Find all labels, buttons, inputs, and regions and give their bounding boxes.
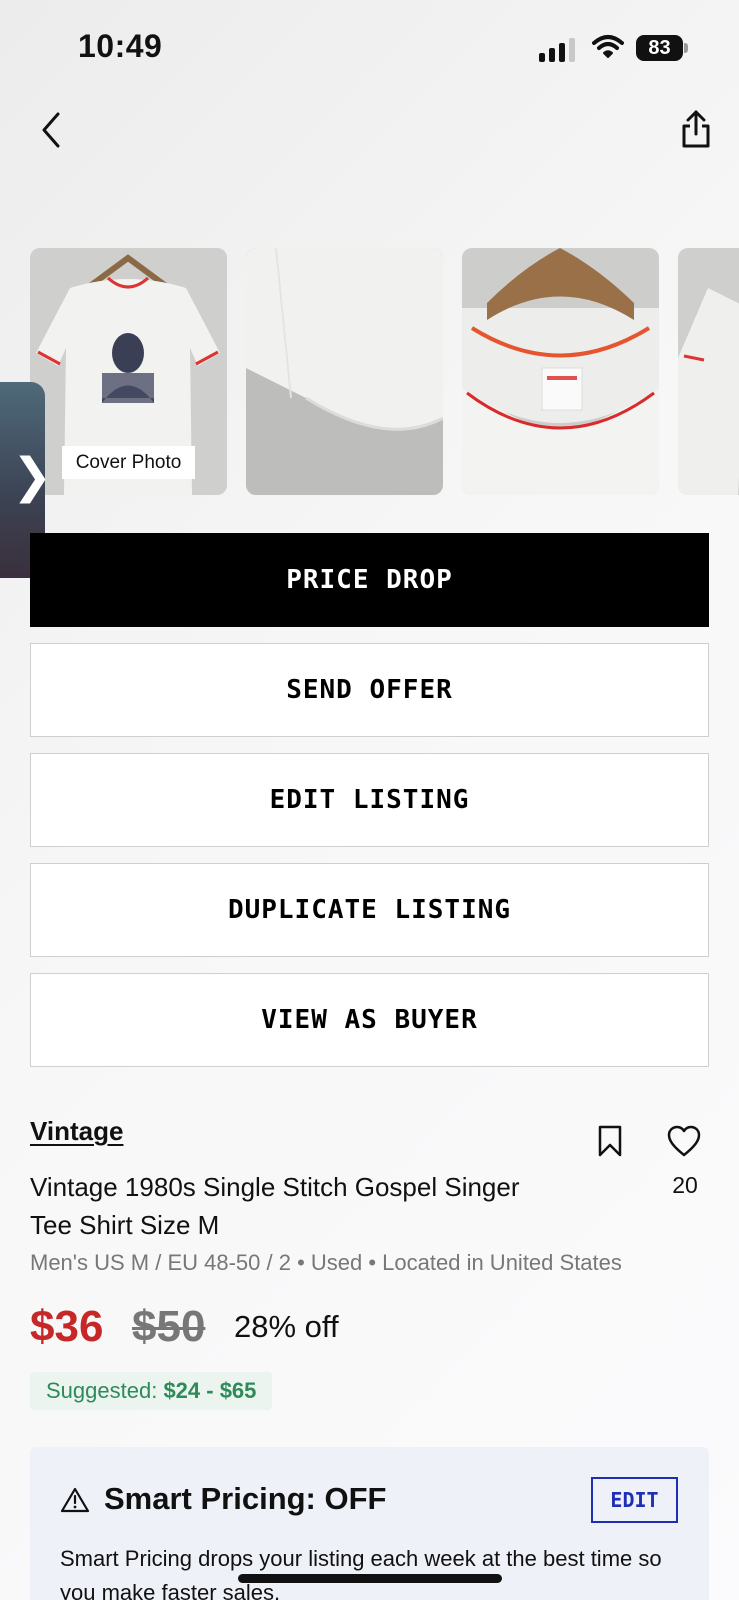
chevron-right-icon: ❯ <box>12 448 53 504</box>
photo-thumbnail[interactable] <box>678 248 739 495</box>
suggested-range: $24 - $65 <box>163 1378 257 1403</box>
home-indicator[interactable] <box>238 1574 502 1583</box>
share-button[interactable] <box>678 108 714 152</box>
duplicate-listing-button[interactable]: DUPLICATE LISTING <box>30 863 709 957</box>
collar-tag-photo <box>462 248 659 495</box>
bookmark-icon <box>598 1125 622 1157</box>
photo-thumbnail[interactable] <box>246 248 443 495</box>
current-price: $36 <box>30 1302 104 1351</box>
price-drop-button[interactable]: PRICE DROP <box>30 533 709 627</box>
view-as-buyer-button[interactable]: VIEW AS BUYER <box>30 973 709 1067</box>
heart-icon <box>667 1125 701 1157</box>
wifi-icon <box>592 34 624 60</box>
share-icon <box>682 110 710 148</box>
cover-photo-label: Cover Photo <box>62 446 195 479</box>
original-price: $50 <box>132 1302 206 1351</box>
battery-percent: 83 <box>648 37 671 59</box>
tee-side-photo <box>678 248 739 495</box>
smart-pricing-description: Smart Pricing drops your listing each we… <box>60 1546 662 1600</box>
like-button[interactable] <box>666 1124 702 1158</box>
discount-label: 28% off <box>234 1309 339 1344</box>
back-button[interactable] <box>36 108 68 152</box>
warning-icon <box>60 1486 90 1514</box>
status-time: 10:49 <box>78 28 163 64</box>
listing-meta: Men's US M / EU 48-50 / 2 • Used • Locat… <box>30 1250 622 1275</box>
chevron-left-icon <box>42 112 60 148</box>
fabric-closeup-photo <box>246 248 443 495</box>
photo-carousel[interactable]: Cover Photo <box>30 248 739 495</box>
suggested-price-badge: Suggested: $24 - $65 <box>30 1372 273 1410</box>
photo-thumbnail[interactable] <box>462 248 659 495</box>
suggested-label: Suggested: <box>46 1378 164 1403</box>
bookmark-button[interactable] <box>597 1124 623 1158</box>
brand-link[interactable]: Vintage <box>30 1116 123 1147</box>
cellular-signal-icon <box>539 36 579 62</box>
smart-pricing-title: Smart Pricing: OFF <box>104 1481 387 1516</box>
send-offer-button[interactable]: SEND OFFER <box>30 643 709 737</box>
battery-icon: 83 <box>636 35 688 61</box>
edit-listing-button[interactable]: EDIT LISTING <box>30 753 709 847</box>
listing-title: Vintage 1980s Single Stitch Gospel Singe… <box>30 1172 520 1240</box>
photo-thumbnail[interactable]: Cover Photo <box>30 248 227 495</box>
smart-pricing-edit-button[interactable]: EDIT <box>591 1477 678 1523</box>
like-count: 20 <box>672 1172 698 1198</box>
